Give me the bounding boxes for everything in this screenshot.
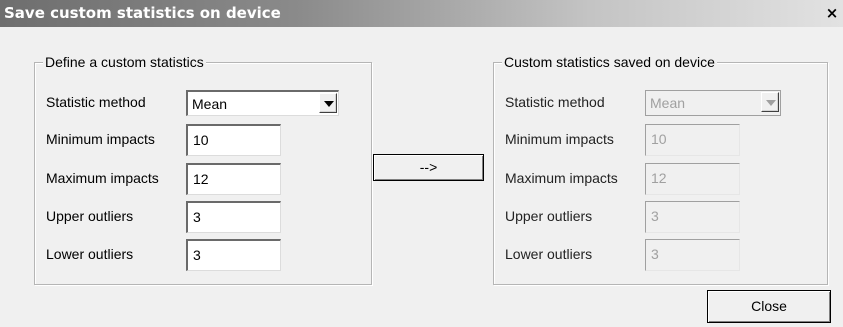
close-icon[interactable]: ×: [823, 3, 841, 23]
chevron-down-icon: [761, 92, 779, 112]
define-statistics-legend: Define a custom statistics: [43, 54, 206, 70]
statistic-method-select[interactable]: Mean: [186, 90, 339, 116]
saved-statistic-method-value: Mean: [650, 95, 686, 111]
chevron-down-icon[interactable]: [319, 93, 337, 113]
lower-outliers-input[interactable]: 3: [186, 239, 281, 271]
lower-outliers-label: Lower outliers: [46, 246, 134, 262]
saved-maximum-impacts-field: 12: [645, 163, 740, 195]
title-bar: Save custom statistics on device ×: [0, 0, 843, 27]
minimum-impacts-label: Minimum impacts: [46, 131, 155, 147]
transfer-button[interactable]: -->: [373, 154, 484, 181]
statistic-method-value: Mean: [192, 96, 228, 112]
saved-statistics-group: Custom statistics saved on device Statis…: [493, 54, 828, 285]
define-statistics-group: Define a custom statistics Statistic met…: [34, 54, 372, 285]
saved-statistics-legend: Custom statistics saved on device: [502, 54, 717, 70]
saved-upper-outliers-label: Upper outliers: [505, 208, 593, 224]
window-title: Save custom statistics on device: [4, 4, 281, 22]
saved-minimum-impacts-label: Minimum impacts: [505, 131, 614, 147]
upper-outliers-label: Upper outliers: [46, 208, 134, 224]
saved-minimum-impacts-field: 10: [645, 124, 740, 156]
saved-upper-outliers-field: 3: [645, 201, 740, 233]
maximum-impacts-input[interactable]: 12: [186, 163, 281, 195]
saved-lower-outliers-field: 3: [645, 239, 740, 271]
statistic-method-label: Statistic method: [46, 94, 146, 110]
close-button[interactable]: Close: [707, 290, 831, 323]
saved-statistic-method-select: Mean: [645, 90, 781, 116]
saved-lower-outliers-label: Lower outliers: [505, 246, 593, 262]
dialog-window: Save custom statistics on device × Defin…: [0, 0, 843, 327]
saved-statistic-method-label: Statistic method: [505, 94, 605, 110]
maximum-impacts-label: Maximum impacts: [46, 170, 159, 186]
upper-outliers-input[interactable]: 3: [186, 201, 281, 233]
saved-maximum-impacts-label: Maximum impacts: [505, 170, 618, 186]
minimum-impacts-input[interactable]: 10: [186, 124, 281, 156]
